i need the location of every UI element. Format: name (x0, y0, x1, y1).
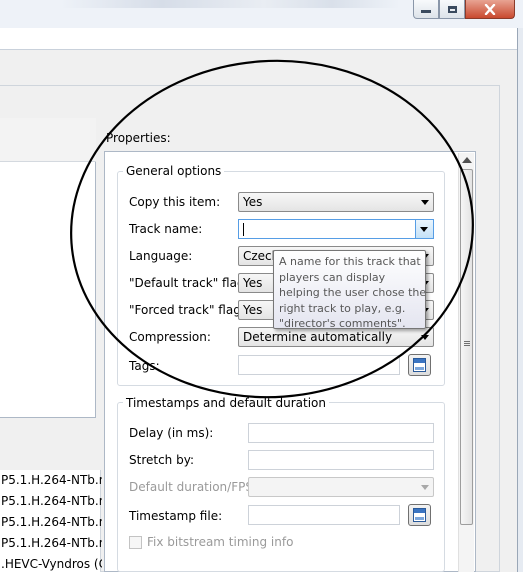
text-cursor (243, 223, 244, 236)
scrollbar-grip (464, 341, 470, 342)
title-bar-background (60, 0, 400, 8)
open-file-icon (413, 358, 426, 372)
maximize-button[interactable] (439, 0, 465, 19)
properties-scrollbar[interactable] (458, 153, 474, 572)
stretch-input[interactable] (248, 450, 434, 470)
window-controls (413, 0, 515, 20)
minimize-icon (421, 10, 431, 13)
scrollbar-thumb[interactable] (460, 169, 473, 525)
tags-input[interactable] (238, 355, 400, 375)
list-item[interactable]: P5.1.H.264-NTb.mkv (0, 491, 102, 512)
delay-input[interactable] (248, 423, 434, 443)
chevron-down-icon (421, 485, 429, 490)
timestamps-title: Timestamps and default duration (123, 396, 329, 410)
copy-item-value: Yes (243, 195, 263, 209)
chevron-down-icon (421, 200, 429, 205)
general-options-title: General options (123, 164, 225, 178)
close-icon (484, 3, 496, 15)
scroll-up-arrow-icon[interactable] (462, 157, 472, 163)
maximize-icon (447, 5, 457, 13)
fix-bitstream-label: Fix bitstream timing info (147, 535, 294, 549)
track-tree-header (0, 118, 96, 162)
tooltip-line: players can display (279, 270, 386, 284)
close-button[interactable] (465, 0, 515, 19)
timestamp-file-input[interactable] (248, 505, 400, 525)
delay-label: Delay (in ms): (129, 426, 214, 440)
default-duration-label: Default duration/FPS: (129, 480, 257, 494)
track-name-tooltip: A name for this track that players can d… (273, 250, 427, 330)
timestamp-file-browse-button[interactable] (408, 504, 431, 526)
forced-flag-label: "Forced track" flag: (129, 303, 245, 317)
tags-browse-button[interactable] (408, 354, 431, 376)
list-item[interactable]: P5.1.H.264-NTb.mkv (0, 533, 102, 554)
tags-label: Tags: (129, 359, 160, 373)
minimize-button[interactable] (413, 0, 439, 19)
toolbar-strip (0, 28, 523, 50)
forced-flag-value: Yes (243, 303, 263, 317)
stretch-label: Stretch by: (129, 453, 194, 467)
list-item[interactable]: P5.1.H.264-NTb.mkv (0, 470, 102, 491)
language-label: Language: (129, 249, 193, 263)
track-tree-panel[interactable] (0, 118, 96, 418)
timestamp-file-label: Timestamp file: (129, 509, 223, 523)
track-name-input[interactable] (238, 219, 434, 239)
chevron-down-icon (421, 335, 429, 340)
list-item[interactable]: P5.1.H.264-NTb.mkv (0, 512, 102, 533)
tooltip-line: A name for this track that (279, 255, 421, 268)
scrollbar-grip (464, 343, 470, 344)
tooltip-line: "director's comments". (279, 317, 406, 330)
open-file-icon (413, 508, 426, 522)
file-list[interactable]: P5.1.H.264-NTb.mkv P5.1.H.264-NTb.mkv P5… (0, 470, 102, 572)
compression-label: Compression: (129, 330, 211, 344)
copy-item-select[interactable]: Yes (238, 192, 434, 212)
default-flag-value: Yes (243, 276, 263, 290)
copy-item-label: Copy this item: (129, 195, 221, 209)
tooltip-line: helping the user chose the (279, 286, 427, 299)
default-duration-select[interactable] (248, 477, 434, 497)
fix-bitstream-checkbox[interactable] (129, 536, 142, 549)
scrollbar-grip (464, 345, 470, 346)
chevron-down-icon[interactable] (415, 220, 433, 238)
tooltip-line: right track to play, e.g. (279, 301, 406, 315)
compression-value: Determine automatically (243, 330, 393, 344)
window-right-edge (517, 28, 523, 572)
default-flag-label: "Default track" flag: (129, 276, 249, 290)
track-name-label: Track name: (129, 222, 203, 236)
properties-label: Properties: (106, 131, 171, 145)
